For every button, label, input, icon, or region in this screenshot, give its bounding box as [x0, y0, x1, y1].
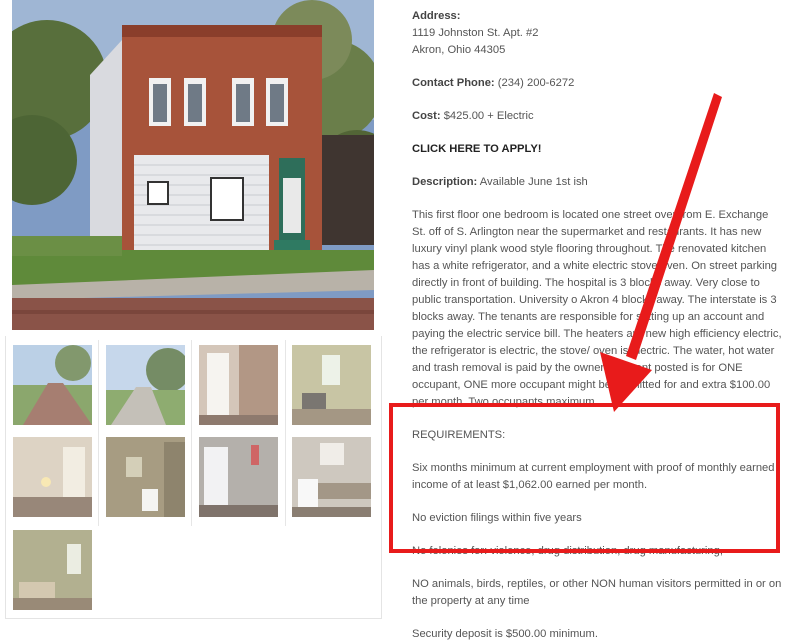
thumbnail-image — [292, 437, 371, 517]
thumbnail-kitchen-stove[interactable] — [292, 437, 371, 517]
description-body: This first floor one bedroom is located … — [412, 209, 782, 408]
requirements-highlight-box — [389, 403, 780, 553]
contact-phone-value: (234) 200-6272 — [494, 77, 575, 89]
cost-value: $425.00 + Electric — [440, 110, 534, 122]
apply-link[interactable]: CLICK HERE TO APPLY! — [412, 143, 542, 155]
security-deposit: Security deposit is $500.00 minimum. — [412, 628, 598, 640]
thumbnail-image — [199, 345, 278, 425]
description-label: Description: — [412, 176, 478, 188]
address-label: Address: — [412, 10, 461, 22]
photo-gallery — [0, 0, 382, 640]
thumbnail-street-view-2[interactable] — [106, 345, 185, 425]
thumbnail-image — [13, 437, 92, 517]
thumbnail-image — [13, 345, 92, 425]
no-pets-policy: NO animals, birds, reptiles, or other NO… — [412, 578, 782, 607]
thumbnail-bedroom-window[interactable] — [13, 530, 92, 610]
contact-phone-label: Contact Phone: — [412, 77, 495, 89]
apply-block: CLICK HERE TO APPLY! — [412, 141, 784, 158]
grid-divider — [285, 340, 286, 526]
thumbnail-entry-door[interactable] — [199, 345, 278, 425]
address-line-2: Akron, Ohio 44305 — [412, 44, 506, 56]
thumbnail-image — [13, 530, 92, 610]
grid-divider — [191, 340, 192, 526]
address-line-1: 1119 Johnston St. Apt. #2 — [412, 27, 539, 39]
contact-phone: Contact Phone: (234) 200-6272 — [412, 75, 784, 92]
building-photo — [12, 0, 374, 330]
thumbnail-image — [292, 345, 371, 425]
thumbnail-bathroom[interactable] — [106, 437, 185, 517]
main-photo-building[interactable] — [12, 0, 374, 330]
thumbnail-street-view-1[interactable] — [13, 345, 92, 425]
description-header: Description: Available June 1st ish — [412, 174, 784, 191]
thumbnail-living-room[interactable] — [292, 345, 371, 425]
thumbnail-kitchen-door[interactable] — [199, 437, 278, 517]
thumbnail-image — [106, 437, 185, 517]
cost-label: Cost: — [412, 110, 441, 122]
description-availability: Available June 1st ish — [477, 176, 588, 188]
grid-divider — [98, 340, 99, 526]
address-block: Address: 1119 Johnston St. Apt. #2 Akron… — [412, 8, 784, 59]
cost: Cost: $425.00 + Electric — [412, 108, 784, 125]
thumbnail-bedroom-lamp[interactable] — [13, 437, 92, 517]
thumbnail-image — [199, 437, 278, 517]
thumbnail-image — [106, 345, 185, 425]
